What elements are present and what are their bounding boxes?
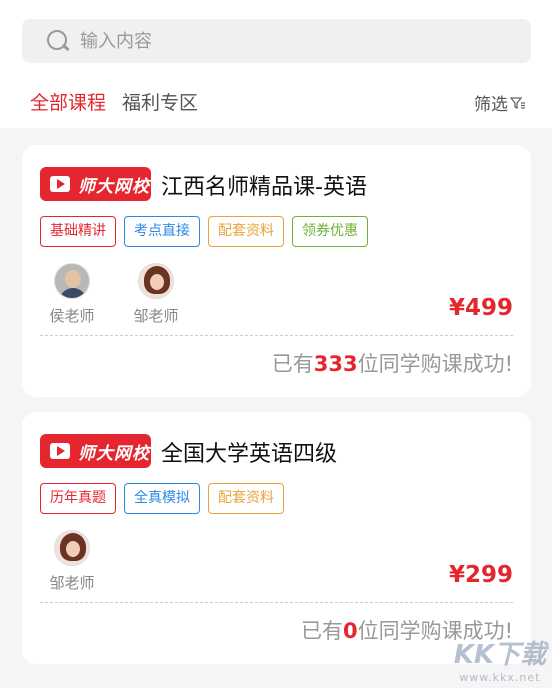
dashed-divider [40,335,513,336]
watermark: KK下载 www.kkx.net [454,634,546,684]
course-tabs: 全部课程 福利专区 [30,88,198,115]
brand-logo-text: 师大网校 [78,443,150,464]
course-title: 全国大学英语四级 [161,442,338,467]
watermark-url: www.kkx.net [459,671,541,684]
filter-button[interactable]: 筛选 [474,90,526,115]
course-price: ¥299 [448,562,513,588]
search-input[interactable] [80,30,460,52]
buyers-count-text: 已有333位同学购课成功! [272,348,513,378]
course-title: 江西名师精品课-英语 [161,175,367,200]
course-tag: 全真模拟 [124,483,200,514]
teacher-name: 邹老师 [133,307,179,325]
buyers-count: 333 [313,352,358,376]
play-icon [50,176,70,192]
course-card[interactable]: 师大网校 江西名师精品课-英语 基础精讲 考点直接 配套资料 领券优惠 侯老师 … [22,145,531,397]
brand-logo: 师大网校 [40,167,151,201]
course-card[interactable]: 师大网校 全国大学英语四级 历年真题 全真模拟 配套资料 邹老师 ¥299 已有… [22,412,531,664]
buyers-prefix: 已有 [300,619,343,643]
course-tag: 考点直接 [124,216,200,247]
course-tag: 配套资料 [208,483,284,514]
teacher-list: 侯老师 邹老师 [44,263,184,326]
buyers-prefix: 已有 [271,352,314,376]
buyers-suffix: 位同学购课成功! [357,352,513,376]
course-price: ¥499 [448,295,513,321]
course-tag: 基础精讲 [40,216,116,247]
buyers-count: 0 [342,619,358,643]
course-tag: 配套资料 [208,216,284,247]
search-box[interactable] [22,19,531,63]
search-icon [46,29,70,53]
top-bar: 全部课程 福利专区 筛选 [0,0,552,128]
tab-welfare[interactable]: 福利专区 [122,88,198,115]
play-icon [50,443,70,459]
avatar [54,263,90,299]
course-tag: 历年真题 [40,483,116,514]
avatar [54,530,90,566]
teacher-name: 邹老师 [49,574,95,592]
avatar [138,263,174,299]
brand-logo-text: 师大网校 [78,176,150,197]
teacher[interactable]: 侯老师 [44,263,100,326]
teacher[interactable]: 邹老师 [44,530,100,593]
course-tag: 领券优惠 [292,216,368,247]
teacher-list: 邹老师 [44,530,100,593]
dashed-divider [40,602,513,603]
teacher-name: 侯老师 [49,307,95,325]
teacher[interactable]: 邹老师 [128,263,184,326]
watermark-main: KK下载 [453,640,546,670]
filter-icon [510,96,525,109]
filter-label: 筛选 [474,95,508,115]
course-tags: 历年真题 全真模拟 配套资料 [40,483,284,514]
course-tags: 基础精讲 考点直接 配套资料 领券优惠 [40,216,368,247]
tab-all-courses[interactable]: 全部课程 [30,88,106,115]
brand-logo: 师大网校 [40,434,151,468]
